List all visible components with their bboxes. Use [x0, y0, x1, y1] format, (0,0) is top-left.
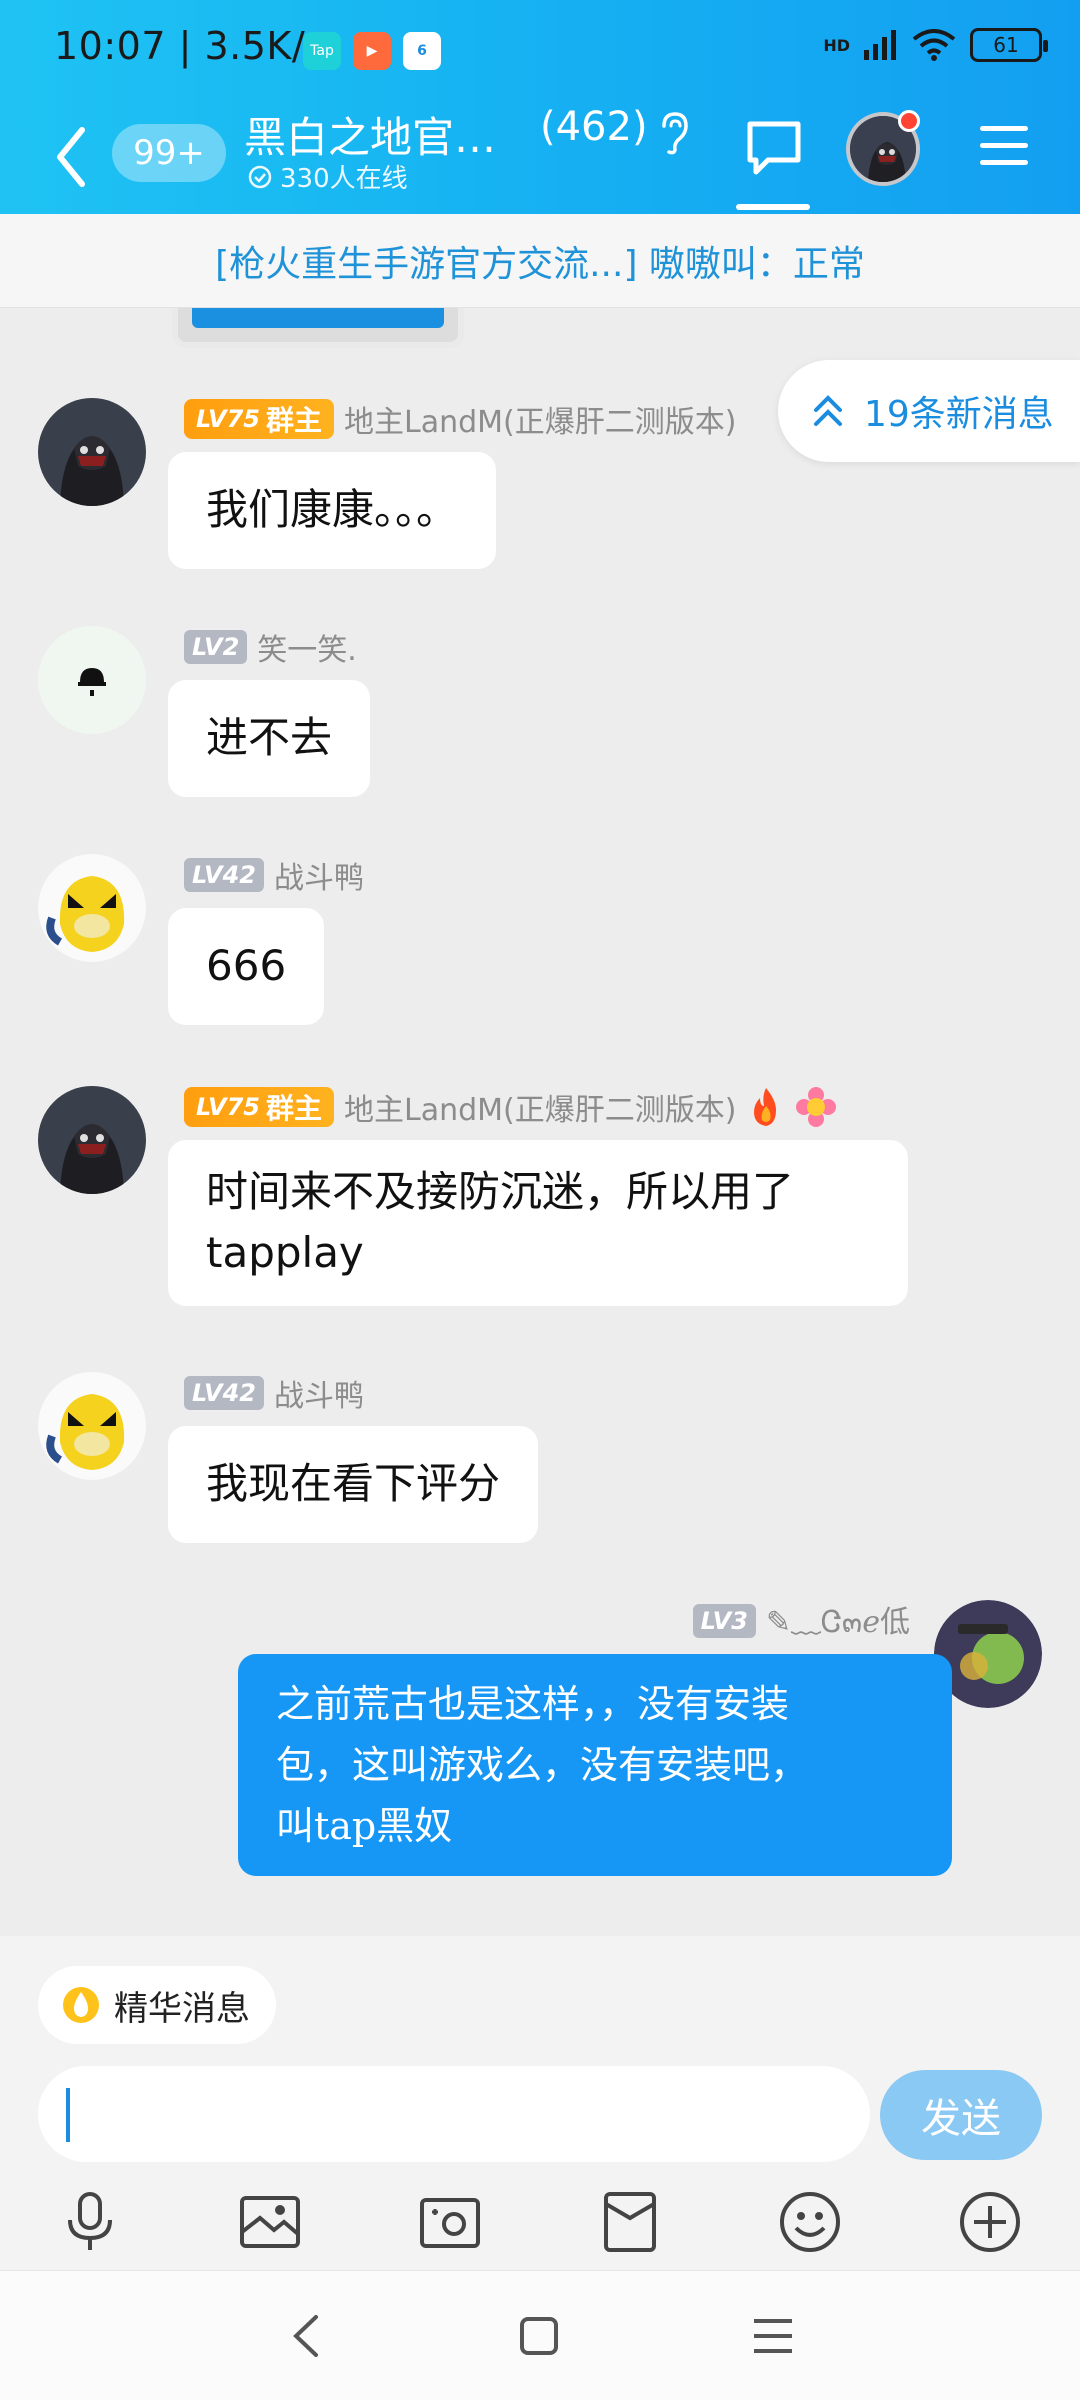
- owner-level-badge: LV75 群主: [184, 399, 334, 439]
- double-up-arrow-icon: [814, 395, 842, 426]
- status-bar: 10:07 | 3.5K/s Tap ▶ 6 HD 61: [0, 0, 1080, 100]
- flower-icon: [796, 1087, 837, 1127]
- message-bubble-self[interactable]: 之前荒古也是这样，，没有安装 包，这叫游戏么，没有安装吧， 叫tap黑奴: [238, 1654, 952, 1877]
- red-packet-icon[interactable]: [594, 2186, 666, 2258]
- online-check-icon: [248, 165, 272, 188]
- member-count: (462): [540, 104, 648, 150]
- image-icon[interactable]: [234, 2186, 306, 2258]
- chat-tab-icon[interactable]: [744, 118, 804, 178]
- plus-icon[interactable]: [954, 2186, 1026, 2258]
- send-button[interactable]: 发送: [880, 2070, 1042, 2160]
- message-bubble[interactable]: 666: [168, 908, 325, 1025]
- essence-label: 精华消息: [114, 1988, 250, 2029]
- chat-title[interactable]: 黑白之地官…: [244, 104, 496, 165]
- earpiece-mode-icon[interactable]: [654, 110, 694, 156]
- signal-icon: [864, 30, 896, 60]
- sender-name[interactable]: 地主LandM(正爆肝二测版本): [344, 397, 736, 441]
- status-app-icons: Tap ▶ 6: [303, 32, 441, 70]
- avatar-landm[interactable]: [38, 1086, 146, 1194]
- microphone-icon[interactable]: [54, 2186, 126, 2258]
- status-time: 10:07 | 3.5K/s: [54, 24, 326, 68]
- message-bubble[interactable]: 时间来不及接防沉迷，所以用了 tapplay: [168, 1140, 908, 1306]
- sender-name[interactable]: 战斗鸭: [274, 1371, 364, 1415]
- status-indicators: HD 61: [823, 28, 1048, 62]
- essence-icon: [63, 1987, 99, 2023]
- message-bubble[interactable]: 进不去: [168, 680, 371, 797]
- message-meta: LV2 笑一笑.: [184, 626, 357, 668]
- sender-name[interactable]: ✎﹏Ꮳ๓ℯ低: [766, 1597, 910, 1646]
- text-cursor: [66, 2088, 70, 2142]
- hd-label: HD: [823, 35, 850, 55]
- input-area: 精华消息 发送: [0, 1936, 1080, 2270]
- system-nav-bar: [0, 2270, 1080, 2400]
- sender-name[interactable]: 笑一笑.: [257, 625, 357, 669]
- chat-tab-underline: [736, 204, 810, 210]
- banner-text: [枪火重生手游官方交流...] 嗷嗷叫：正常: [215, 243, 865, 285]
- new-messages-label: 19条新消息: [864, 394, 1054, 435]
- level-badge: LV3: [692, 1604, 756, 1638]
- online-count: 330人在线: [280, 164, 408, 194]
- avatar-zhandouya[interactable]: [38, 854, 146, 962]
- message-list[interactable]: 19条新消息 LV75群主 地主LandM(正爆肝二测版本) 我们康康。。。: [0, 308, 1080, 1936]
- avatar-zhandouya[interactable]: [38, 1372, 146, 1480]
- nav-home-icon[interactable]: [514, 2311, 564, 2361]
- message-bubble[interactable]: 我现在看下评分: [168, 1426, 539, 1543]
- fire-icon: [754, 1088, 777, 1126]
- header: 10:07 | 3.5K/s Tap ▶ 6 HD 61 99+ 黑白之地官… …: [0, 0, 1080, 214]
- input-toolbar: [0, 2176, 1080, 2270]
- camera-icon[interactable]: [414, 2186, 486, 2258]
- essence-messages-button[interactable]: 精华消息: [38, 1966, 276, 2044]
- emoji-icon[interactable]: [774, 2186, 846, 2258]
- sender-name[interactable]: 战斗鸭: [274, 853, 364, 897]
- battery-indicator: 61: [970, 28, 1048, 62]
- new-messages-button[interactable]: 19条新消息: [778, 360, 1080, 462]
- message-meta: LV3 ✎﹏Ꮳ๓ℯ低: [692, 1600, 910, 1642]
- chat-nav: 99+ 黑白之地官… (462) 330人在线: [0, 100, 1080, 214]
- level-badge: LV42: [184, 858, 264, 892]
- online-status: 330人在线: [248, 158, 408, 195]
- level-badge: LV42: [184, 1376, 264, 1410]
- avatar-landm[interactable]: [38, 398, 146, 506]
- pinned-banner[interactable]: [枪火重生手游官方交流...] 嗷嗷叫：正常: [0, 214, 1080, 308]
- app-6-icon: 6: [403, 32, 441, 70]
- sender-name[interactable]: 地主LandM(正爆肝二测版本): [344, 1085, 736, 1129]
- message-meta: LV42 战斗鸭: [184, 854, 364, 896]
- message-input[interactable]: [38, 2066, 870, 2162]
- nav-recents-icon[interactable]: [748, 2311, 798, 2361]
- previous-image-message[interactable]: [172, 308, 464, 348]
- avatar-xiaoyixiao[interactable]: [38, 626, 146, 734]
- message-meta: LV75 群主 地主LandM(正爆肝二测版本): [184, 398, 736, 440]
- menu-icon[interactable]: [978, 122, 1030, 170]
- video-app-icon: ▶: [353, 32, 391, 70]
- back-icon[interactable]: [52, 122, 92, 192]
- nav-back-icon[interactable]: [282, 2311, 332, 2361]
- taptap-icon: Tap: [303, 32, 341, 70]
- notification-dot: [898, 110, 920, 132]
- message-meta: LV42 战斗鸭: [184, 1372, 364, 1414]
- unread-count-badge[interactable]: 99+: [112, 124, 226, 182]
- level-badge: LV2: [184, 630, 248, 664]
- wifi-icon: [912, 29, 956, 61]
- message-meta: LV75 群主 地主LandM(正爆肝二测版本): [184, 1085, 837, 1129]
- message-bubble[interactable]: 我们康康。。。: [168, 452, 497, 569]
- owner-level-badge: LV75 群主: [184, 1087, 334, 1127]
